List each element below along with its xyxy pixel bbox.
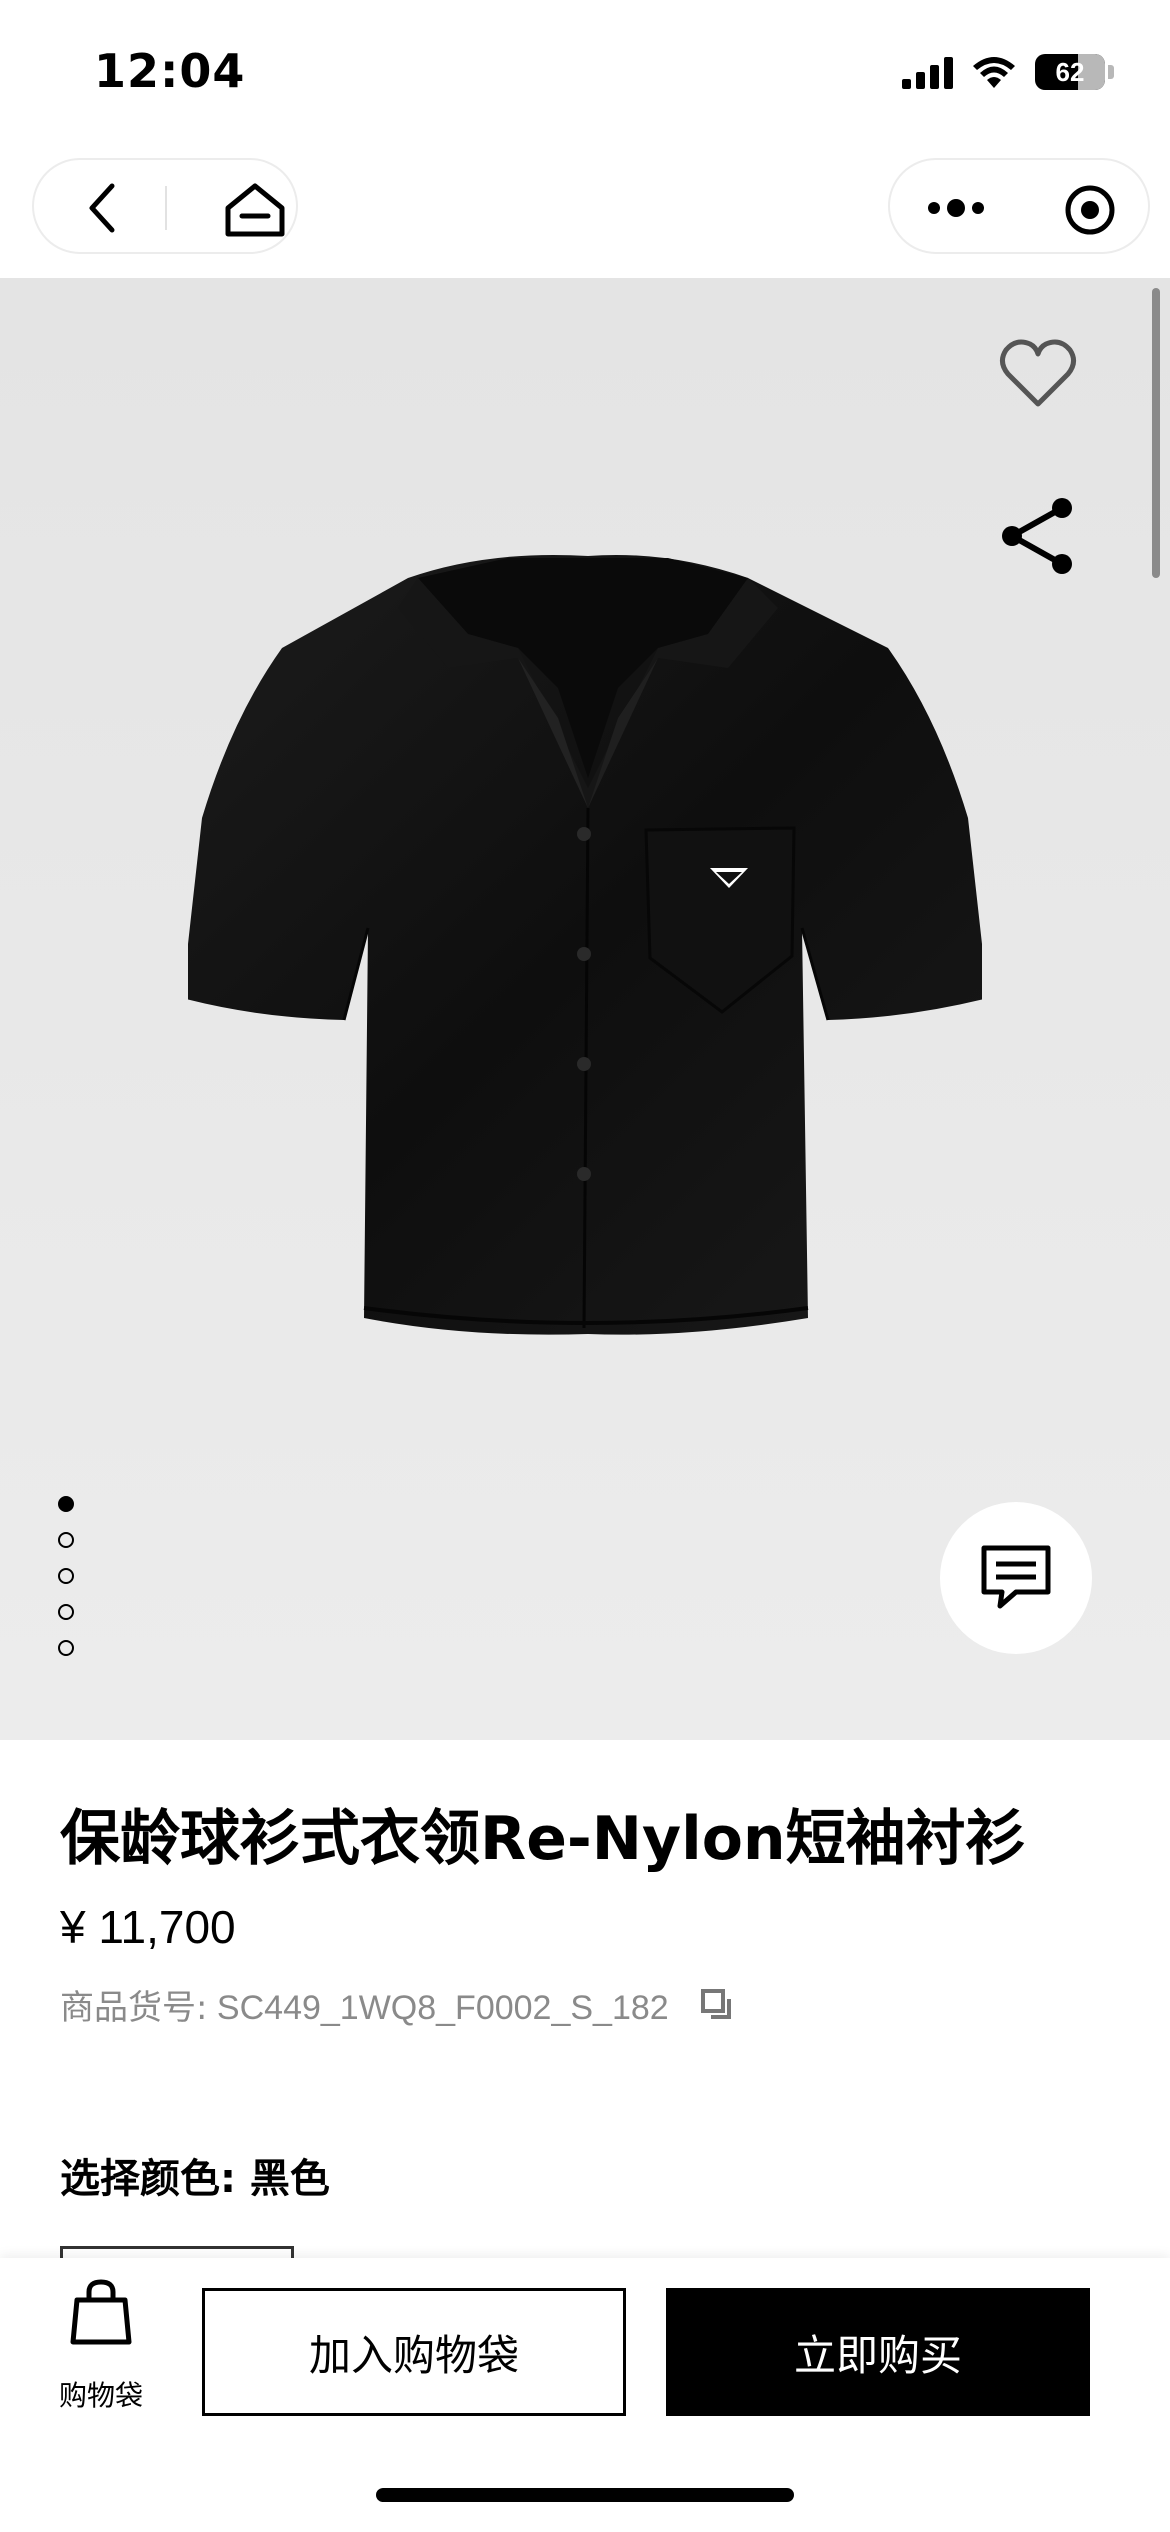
sku-label: 商品货号: bbox=[60, 1988, 208, 2028]
chat-icon bbox=[981, 1545, 1051, 1609]
carousel-dot[interactable] bbox=[58, 1532, 74, 1548]
chat-button[interactable] bbox=[940, 1502, 1092, 1654]
status-icons: 62 bbox=[902, 54, 1114, 90]
nav-divider bbox=[165, 186, 167, 230]
carousel-dot[interactable] bbox=[58, 1568, 74, 1584]
share-icon[interactable] bbox=[996, 494, 1080, 578]
shopping-bag-icon bbox=[70, 2279, 132, 2345]
scrollbar[interactable] bbox=[1152, 288, 1160, 578]
back-icon[interactable] bbox=[78, 182, 130, 234]
carousel-dot[interactable] bbox=[58, 1640, 74, 1656]
add-to-bag-button[interactable]: 加入购物袋 bbox=[202, 2288, 626, 2416]
status-bar: 12:04 62 bbox=[0, 0, 1170, 150]
buy-now-button[interactable]: 立即购买 bbox=[666, 2288, 1090, 2416]
product-price: ¥ 11,700 bbox=[60, 1901, 236, 1953]
status-time: 12:04 bbox=[94, 44, 246, 98]
cellular-signal-icon bbox=[902, 55, 953, 89]
carousel-dot-active[interactable] bbox=[58, 1496, 74, 1512]
shopping-bag-label: 购物袋 bbox=[58, 2379, 143, 2412]
battery-icon: 62 bbox=[1035, 54, 1105, 90]
battery-level-text: 62 bbox=[1055, 56, 1085, 87]
color-selection-label: 选择颜色: 黑色 bbox=[60, 2156, 330, 2202]
wifi-icon bbox=[973, 57, 1015, 88]
nav-capsule-right bbox=[888, 158, 1150, 254]
more-icon[interactable] bbox=[924, 182, 988, 234]
home-indicator[interactable] bbox=[376, 2488, 794, 2502]
copy-icon[interactable] bbox=[699, 1987, 735, 2023]
nav-capsule-left bbox=[32, 158, 298, 254]
home-icon[interactable] bbox=[224, 182, 286, 238]
shopping-bag-button[interactable]: 购物袋 bbox=[56, 2278, 146, 2414]
carousel-dot[interactable] bbox=[58, 1604, 74, 1620]
target-icon[interactable] bbox=[1064, 184, 1116, 236]
sku-value: SC449_1WQ8_F0002_S_182 bbox=[216, 1989, 669, 2027]
carousel-indicators bbox=[58, 1496, 74, 1656]
product-sku: 商品货号: SC449_1WQ8_F0002_S_182 bbox=[60, 1980, 735, 2029]
product-title: 保龄球衫式衣领Re-Nylon短袖衬衫 bbox=[60, 1804, 1026, 1874]
heart-icon[interactable] bbox=[996, 332, 1080, 416]
product-shirt-image bbox=[188, 554, 982, 1335]
